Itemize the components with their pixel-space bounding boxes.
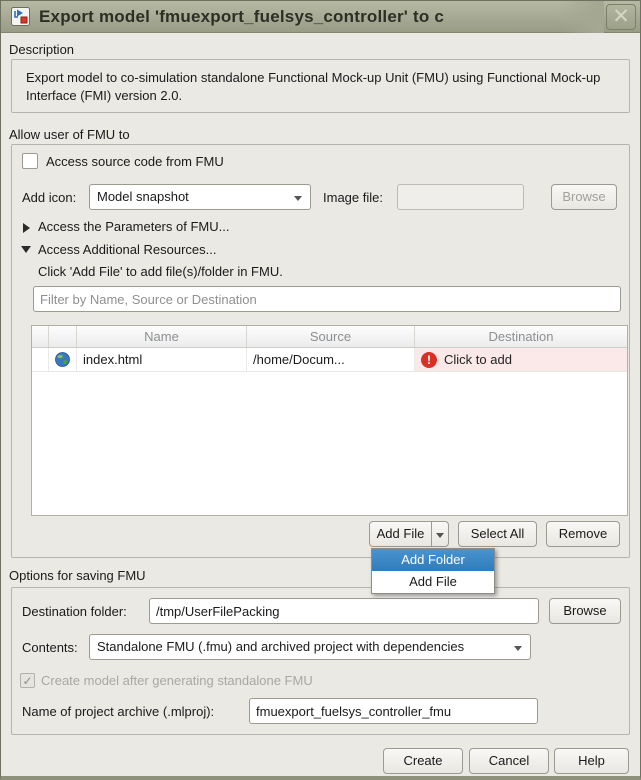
export-fmu-dialog: Export model 'fmuexport_fuelsys_controll… — [0, 0, 641, 780]
menu-item-add-file[interactable]: Add File — [372, 571, 494, 593]
description-section-label: Description — [9, 42, 74, 57]
error-icon: ! — [421, 352, 437, 368]
params-expander-label[interactable]: Access the Parameters of FMU... — [38, 219, 229, 234]
options-section-label: Options for saving FMU — [9, 568, 146, 583]
add-file-menu: Add Folder Add File — [371, 548, 495, 594]
create-model-checkbox-label: Create model after generating standalone… — [41, 673, 313, 688]
add-icon-select[interactable]: Model snapshot — [89, 184, 311, 210]
simulink-model-icon — [11, 7, 30, 26]
expander-expanded-icon[interactable] — [21, 246, 31, 253]
titlebar: Export model 'fmuexport_fuelsys_controll… — [1, 1, 640, 33]
archive-name-label: Name of project archive (.mlproj): — [22, 704, 214, 719]
column-header-source[interactable]: Source — [247, 326, 415, 347]
contents-select-value: Standalone FMU (.fmu) and archived proje… — [97, 639, 464, 654]
window-title: Export model 'fmuexport_fuelsys_controll… — [39, 7, 634, 27]
resources-table: Name Source Destination index.html /home… — [31, 325, 628, 516]
resources-hint-text: Click 'Add File' to add file(s)/folder i… — [38, 264, 283, 279]
table-row[interactable]: index.html /home/Docum... ! Click to add — [32, 348, 627, 372]
cancel-button[interactable]: Cancel — [469, 748, 549, 774]
select-all-button[interactable]: Select All — [458, 521, 537, 547]
column-header-destination[interactable]: Destination — [415, 326, 627, 347]
globe-icon — [55, 352, 70, 367]
help-button[interactable]: Help — [554, 748, 629, 774]
filter-input[interactable] — [33, 286, 621, 312]
archive-name-input[interactable] — [249, 698, 538, 724]
row-source-cell[interactable]: /home/Docum... — [247, 348, 415, 371]
add-file-button[interactable]: Add File — [369, 521, 432, 547]
access-source-checkbox-label: Access source code from FMU — [46, 154, 224, 169]
contents-select[interactable]: Standalone FMU (.fmu) and archived proje… — [89, 634, 531, 660]
remove-button[interactable]: Remove — [546, 521, 620, 547]
title-fade — [558, 1, 604, 33]
image-browse-button[interactable]: Browse — [551, 184, 617, 210]
close-icon[interactable]: ✕ — [606, 4, 636, 30]
chevron-down-icon — [436, 533, 444, 538]
add-file-dropdown-toggle[interactable] — [431, 521, 449, 547]
destination-folder-label: Destination folder: — [22, 604, 127, 619]
resources-expander-label[interactable]: Access Additional Resources... — [38, 242, 216, 257]
description-text: Export model to co-simulation standalone… — [11, 59, 630, 113]
add-icon-select-value: Model snapshot — [97, 189, 189, 204]
row-destination-text: Click to add — [444, 348, 512, 371]
image-file-input[interactable] — [397, 184, 524, 210]
contents-label: Contents: — [22, 640, 78, 655]
row-destination-cell[interactable]: ! Click to add — [415, 348, 627, 371]
chevron-down-icon — [514, 646, 522, 651]
add-icon-label: Add icon: — [22, 190, 76, 205]
allow-section-label: Allow user of FMU to — [9, 127, 130, 142]
table-header: Name Source Destination — [32, 326, 627, 348]
image-file-label: Image file: — [323, 190, 383, 205]
destination-folder-input[interactable] — [149, 598, 539, 624]
create-model-checkbox[interactable]: ✓ — [20, 673, 35, 688]
create-button[interactable]: Create — [383, 748, 463, 774]
chevron-down-icon — [294, 196, 302, 201]
expander-collapsed-icon[interactable] — [23, 223, 30, 233]
destination-browse-button[interactable]: Browse — [549, 598, 621, 624]
column-header-name[interactable]: Name — [77, 326, 247, 347]
access-source-checkbox[interactable] — [22, 153, 38, 169]
menu-item-add-folder[interactable]: Add Folder — [372, 549, 494, 571]
row-name-cell[interactable]: index.html — [77, 348, 247, 371]
